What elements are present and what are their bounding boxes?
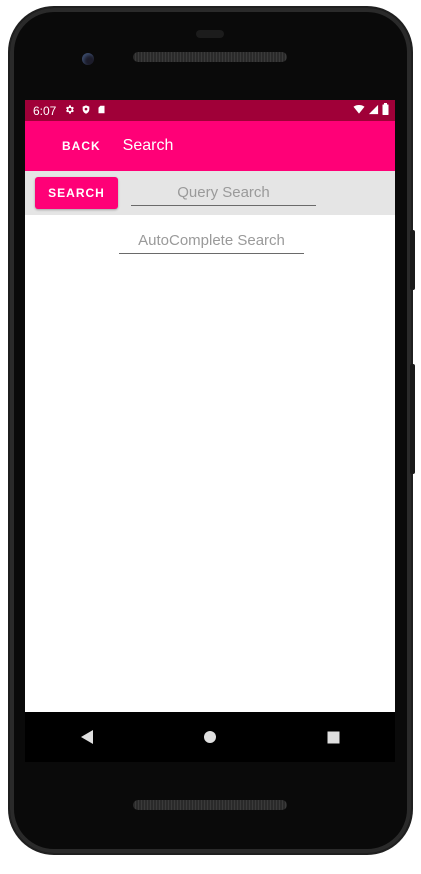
- earpiece-notch: [196, 30, 224, 38]
- page-title: Search: [122, 137, 174, 154]
- sd-card-icon: [97, 104, 106, 118]
- back-triangle-icon[interactable]: [67, 717, 107, 757]
- phone-frame: 6:07 BACK Search SEARCH Query Search Aut…: [10, 8, 415, 853]
- power-button: [410, 230, 415, 290]
- back-button[interactable]: BACK: [62, 135, 101, 157]
- home-circle-icon[interactable]: [190, 717, 230, 757]
- search-row: SEARCH: [25, 171, 395, 215]
- recents-square-icon[interactable]: [313, 717, 353, 757]
- navigation-bar: [25, 712, 395, 762]
- status-icons-right: [353, 100, 389, 121]
- volume-button: [410, 364, 415, 474]
- front-camera: [82, 53, 94, 65]
- query-search-input[interactable]: [131, 179, 316, 206]
- bottom-speaker-grille: [133, 800, 287, 810]
- main-content: [25, 215, 395, 712]
- status-bar: 6:07: [25, 100, 395, 121]
- search-button[interactable]: SEARCH: [35, 177, 118, 209]
- signal-icon: [368, 104, 379, 118]
- gear-icon: [64, 104, 75, 118]
- status-icons-left: [64, 104, 106, 118]
- status-time: 6:07: [33, 103, 57, 118]
- screen: 6:07 BACK Search SEARCH Query Search Aut…: [25, 100, 395, 762]
- battery-icon: [382, 103, 389, 118]
- wifi-icon: [353, 104, 365, 118]
- autocomplete-search-input[interactable]: [119, 227, 304, 254]
- top-speaker-grille: [133, 52, 287, 62]
- app-bar: BACK Search: [25, 121, 395, 171]
- shield-icon: [81, 104, 91, 118]
